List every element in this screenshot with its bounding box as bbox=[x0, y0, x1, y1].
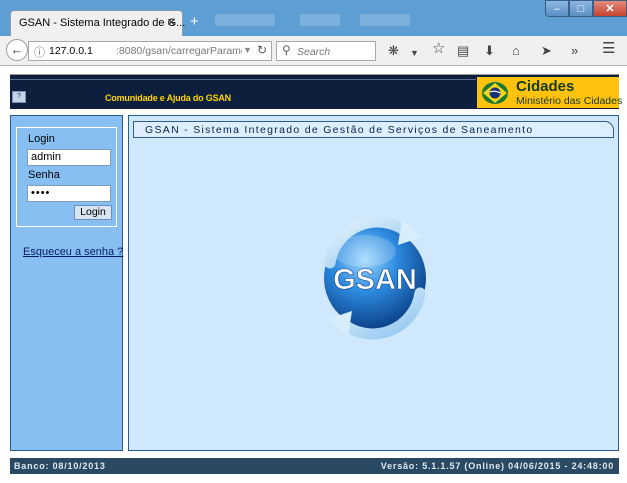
header-stripe bbox=[10, 79, 476, 80]
back-button[interactable]: ← bbox=[6, 39, 28, 61]
background-tab-shadow bbox=[300, 14, 340, 26]
version-info: Versão: 5.1.1.57 (Online) 04/06/2015 - 2… bbox=[380, 461, 614, 471]
background-tab-shadow bbox=[215, 14, 275, 26]
forgot-password-link[interactable]: Esqueceu a senha ? bbox=[23, 246, 123, 258]
search-bar[interactable]: ⚲ Search bbox=[276, 41, 376, 61]
tab-title: GSAN - Sistema Integrado de G... bbox=[19, 17, 186, 29]
gsan-header-bar: ? Comunidade e Ajuda do GSAN Cidades Min… bbox=[10, 74, 623, 109]
addon-icon[interactable]: ❋ bbox=[388, 44, 399, 58]
close-window-button[interactable]: ✕ bbox=[593, 0, 627, 17]
ministry-banner: Cidades Ministério das Cidades bbox=[477, 77, 623, 108]
bookmark-star-icon[interactable]: ☆ bbox=[432, 41, 445, 56]
page-info-icon[interactable]: ⓘ bbox=[34, 44, 45, 60]
search-icon: ⚲ bbox=[282, 43, 291, 57]
login-label: Login bbox=[28, 133, 55, 145]
reload-icon[interactable]: ↻ bbox=[257, 43, 267, 57]
search-placeholder: Search bbox=[297, 46, 331, 58]
main-header: GSAN - Sistema Integrado de Gestão de Se… bbox=[133, 121, 614, 138]
help-icon[interactable]: ? bbox=[12, 91, 26, 103]
status-bar: Banco: 08/10/2013 Versão: 5.1.1.57 (Onli… bbox=[10, 458, 619, 474]
menu-dropdown-icon[interactable]: ▼ bbox=[410, 46, 419, 60]
overflow-icon[interactable]: » bbox=[571, 44, 578, 58]
background-tab-shadow bbox=[360, 14, 410, 26]
home-icon[interactable]: ⌂ bbox=[512, 44, 520, 58]
login-field[interactable]: admin bbox=[27, 149, 111, 166]
community-help-link[interactable]: Comunidade e Ajuda do GSAN bbox=[105, 93, 231, 103]
ministry-subtitle: Ministério das Cidades bbox=[516, 95, 623, 107]
send-icon[interactable]: ➤ bbox=[541, 44, 552, 58]
download-icon[interactable]: ⬇ bbox=[484, 44, 495, 58]
gsan-logo: GSAN bbox=[312, 215, 438, 341]
password-label: Senha bbox=[28, 169, 60, 181]
browser-tab[interactable]: GSAN - Sistema Integrado de G... ✕ bbox=[10, 10, 186, 36]
page-title: GSAN - Sistema Integrado de Gestão de Se… bbox=[145, 124, 534, 136]
url-host: 127.0.0.1 bbox=[49, 45, 93, 57]
url-path: :8080/gsan/carregarParametrosActio bbox=[116, 45, 242, 57]
hamburger-menu-icon[interactable]: ☰ bbox=[602, 41, 615, 56]
maximize-button[interactable]: □ bbox=[569, 0, 593, 17]
back-arrow-icon: ← bbox=[10, 42, 24, 57]
ministry-title: Cidades bbox=[516, 78, 575, 95]
logo-text: GSAN bbox=[333, 264, 417, 296]
brazil-flag-emblem-icon bbox=[481, 80, 509, 105]
login-sidebar: Login admin Senha •••• Login Esqueceu a … bbox=[10, 115, 123, 451]
login-button[interactable]: Login bbox=[74, 205, 112, 220]
database-date: Banco: 08/10/2013 bbox=[14, 461, 106, 471]
url-bar[interactable]: ⓘ 127.0.0.1 :8080/gsan/carregarParametro… bbox=[28, 41, 272, 61]
url-dropdown-icon[interactable]: ▼ bbox=[243, 45, 252, 55]
navigation-toolbar: ← ⓘ 127.0.0.1 :8080/gsan/carregarParamet… bbox=[0, 36, 627, 66]
reading-list-icon[interactable]: ▤ bbox=[457, 44, 469, 58]
password-field[interactable]: •••• bbox=[27, 185, 111, 202]
main-content-panel: GSAN - Sistema Integrado de Gestão de Se… bbox=[128, 115, 619, 451]
gsan-globe-logo-icon: GSAN bbox=[324, 216, 426, 340]
browser-titlebar: GSAN - Sistema Integrado de G... ✕ + – □… bbox=[0, 0, 627, 36]
tab-close-icon[interactable]: ✕ bbox=[167, 16, 176, 29]
new-tab-button[interactable]: + bbox=[190, 13, 199, 30]
minimize-button[interactable]: – bbox=[545, 0, 569, 17]
login-form: Login admin Senha •••• Login bbox=[16, 127, 117, 227]
